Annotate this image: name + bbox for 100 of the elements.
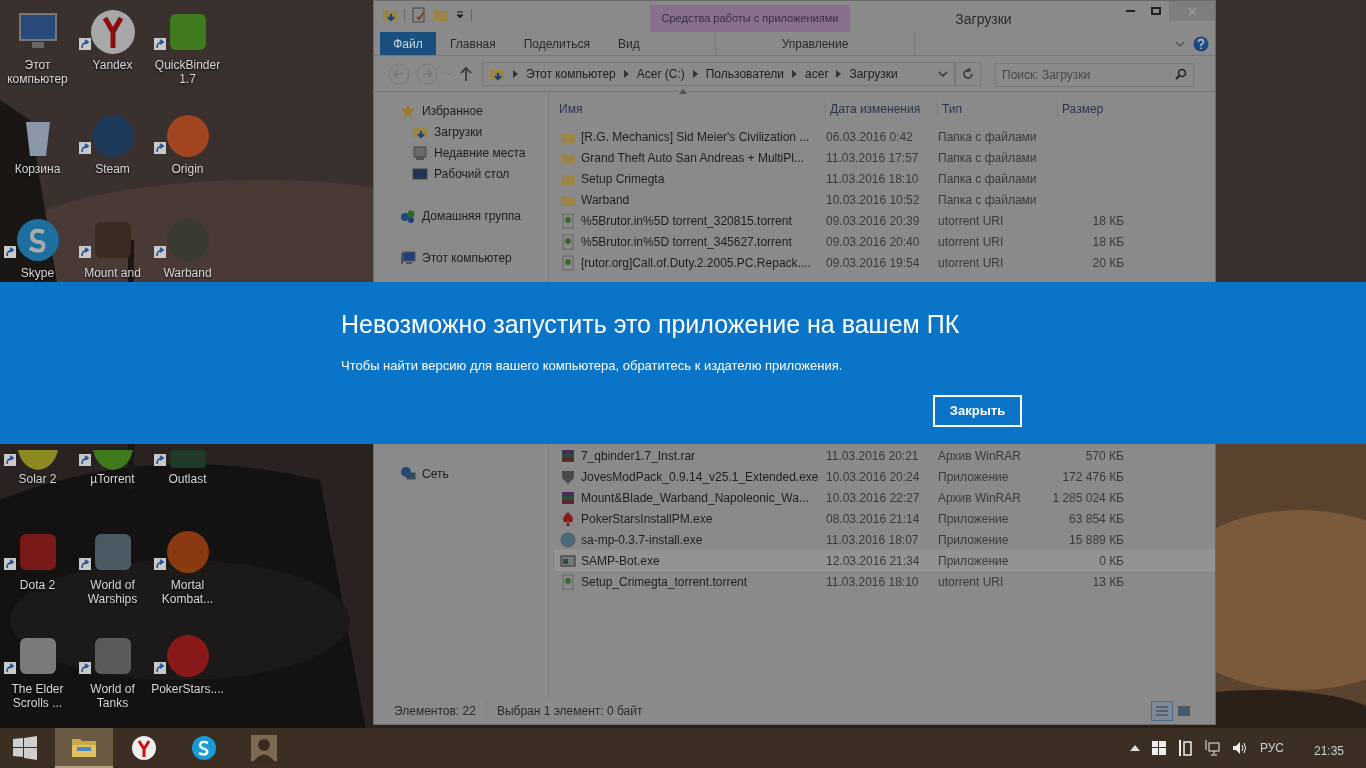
file-type: Приложение <box>938 531 1010 549</box>
search-icon[interactable] <box>1175 67 1187 80</box>
nav-item[interactable]: Недавние места <box>374 142 548 163</box>
file-row[interactable]: Grand Theft Auto San Andreas + MultiPl... 11.03.2016 17:57 Папка с файлами <box>555 147 1215 168</box>
status-item-count: Элементов: 22 <box>394 702 487 720</box>
file-size: 15 889 КБ <box>1069 531 1124 549</box>
nav-item[interactable]: Домашняя группа <box>374 205 548 226</box>
breadcrumb-separator-icon[interactable] <box>692 69 698 78</box>
desktop-icon-label[interactable]: Mount and <box>75 266 150 280</box>
nav-item[interactable]: Сеть <box>374 463 548 484</box>
ribbon-tab[interactable]: Поделиться <box>509 32 604 55</box>
breadcrumb-separator-icon[interactable] <box>836 69 842 78</box>
file-size: 570 КБ <box>1085 447 1124 465</box>
speaker-icon[interactable] <box>1231 741 1248 755</box>
desktop-icon-label[interactable]: Origin <box>150 162 225 176</box>
file-row[interactable]: Warband 10.03.2016 10:52 Папка с файлами <box>555 189 1215 210</box>
breadcrumb-item[interactable]: Acer (C:) <box>636 64 685 83</box>
file-row[interactable]: %5Brutor.in%5D torrent_320815.torrent 09.03.2016 20:39 utorrent URI 18 КБ <box>555 210 1215 231</box>
breadcrumb-separator-icon[interactable] <box>513 69 518 78</box>
desktop-icon-label[interactable]: Dota 2 <box>0 578 75 592</box>
dialog-title: Невозможно запустить это приложение на вашем ПК <box>341 309 961 340</box>
breadcrumb-separator-icon[interactable] <box>623 69 629 78</box>
desktop-icon-label[interactable]: Mortal Kombat... <box>150 578 225 606</box>
desktop-icon-label[interactable]: Yandex <box>75 58 150 72</box>
file-name: PokerStarsInstallPM.exe <box>581 510 713 528</box>
windows-flag-icon[interactable] <box>1151 741 1166 755</box>
file-row[interactable]: [R.G. Mechanics] Sid Meier's Civilization ... 06.03.2016 0:42 Папка с файлами <box>555 126 1215 147</box>
breadcrumb-item[interactable]: acer <box>805 64 829 83</box>
y-logo-icon <box>130 734 158 762</box>
breadcrumb-item[interactable]: Загрузки <box>849 64 898 83</box>
dropdown-caret-icon[interactable] <box>455 10 465 20</box>
desktop-icon-label[interactable]: Steam <box>75 162 150 176</box>
nav-item[interactable]: Рабочий стол <box>374 163 548 184</box>
file-name: Grand Theft Auto San Andreas + MultiPl... <box>581 149 804 167</box>
file-row[interactable]: sa-mp-0.3.7-install.exe 11.03.2016 18:07 Приложение 15 889 КБ <box>555 529 1215 550</box>
file-type: utorrent URI <box>938 212 1005 230</box>
column-header[interactable]: Тип <box>937 100 1057 118</box>
nav-item[interactable]: Загрузки <box>374 121 548 142</box>
desktop-icon-label[interactable]: World of Tanks <box>75 682 150 710</box>
battery-icon[interactable] <box>1177 740 1192 756</box>
desktop-icon-label[interactable]: The Elder Scrolls ... <box>0 682 75 710</box>
desktop-icon-label[interactable]: Skype <box>0 266 75 280</box>
file-row[interactable]: PokerStarsInstallPM.exe 08.03.2016 21:14 Приложение 63 854 КБ <box>555 508 1215 529</box>
desktop-icon-label[interactable]: Solar 2 <box>0 472 75 486</box>
dark-square-icon <box>167 450 208 470</box>
ribbon-tab[interactable]: Вид <box>603 32 654 55</box>
file-type: Архив WinRAR <box>938 447 1022 465</box>
computer-icon <box>400 249 416 266</box>
properties-icon[interactable] <box>411 7 427 23</box>
tiles-icon <box>1177 705 1191 717</box>
file-row[interactable]: Setup Crimegta 11.03.2016 18:10 Папка с файлами <box>555 168 1215 189</box>
refresh-button[interactable] <box>955 61 981 86</box>
desktop-icon-label[interactable]: Корзина <box>0 162 75 176</box>
close-dialog-button[interactable]: Закрыть <box>933 395 1022 427</box>
column-header[interactable]: Дата изменения <box>825 100 937 118</box>
desktop-icon-label[interactable]: Outlast <box>150 472 225 486</box>
file-row[interactable]: 7_qbinder1.7_Inst.rar 11.03.2016 20:21 Архив WinRAR 570 КБ <box>555 445 1215 466</box>
search-field[interactable]: Поиск: Загрузки <box>995 62 1194 87</box>
file-type: Папка с файлами <box>938 191 1038 209</box>
file-row[interactable]: Setup_Crimegta_torrent.torrent 11.03.2016 18:10 utorrent URI 13 КБ <box>555 571 1215 592</box>
file-row[interactable]: SAMP-Bot.exe 12.03.2016 21:34 Приложение 0 КБ <box>555 550 1215 571</box>
file-row[interactable]: JovesModPack_0.9.14_v25.1_Extended.exe 10.03.2016 20:24 Приложение 172 476 КБ <box>555 466 1215 487</box>
file-menu-tab[interactable]: Файл <box>380 32 436 55</box>
ribbon-tab[interactable]: Главная <box>436 32 510 55</box>
file-name: JovesModPack_0.9.14_v25.1_Extended.exe <box>581 468 819 486</box>
file-type: Архив WinRAR <box>938 489 1022 507</box>
file-row[interactable]: %5Brutor.in%5D torrent_345627.torrent 09.03.2016 20:40 utorrent URI 18 КБ <box>555 231 1215 252</box>
nav-item[interactable]: Избранное <box>374 100 548 121</box>
column-header[interactable]: Размер <box>1057 100 1135 118</box>
address-bar[interactable]: Этот компьютер Acer (C:) Пользователи acer Загрузки <box>482 61 955 86</box>
download-folder-icon[interactable] <box>382 7 398 23</box>
context-ribbon-tab[interactable]: Управление <box>715 32 915 55</box>
clock[interactable]: 21:35 <box>1313 742 1344 760</box>
help-icon[interactable] <box>1193 36 1209 52</box>
file-date: 06.03.2016 0:42 <box>826 128 914 146</box>
file-name: sa-mp-0.3.7-install.exe <box>581 531 703 549</box>
network-icon[interactable] <box>1203 740 1220 756</box>
show-hidden-icons-caret[interactable] <box>1129 745 1140 751</box>
desktop-icon-label[interactable]: µTorrent <box>75 472 150 486</box>
nav-item[interactable]: Этот компьютер <box>374 247 548 268</box>
file-type: utorrent URI <box>938 573 1005 591</box>
language-indicator[interactable]: РУС <box>1259 739 1284 757</box>
file-row[interactable]: [rutor.org]Call.of.Duty.2.2005.PC.Repack.... 09.03.2016 19:54 utorrent URI 20 КБ <box>555 252 1215 273</box>
desktop-icon-label[interactable]: World of Warships <box>75 578 150 606</box>
desktop-icon-label[interactable]: QuickBinder 1.7 <box>150 58 225 86</box>
file-size: 18 КБ <box>1092 212 1124 230</box>
file-date: 11.03.2016 20:21 <box>826 447 920 465</box>
desktop-icon-label[interactable]: Этот компьютер <box>0 58 75 86</box>
file-date: 12.03.2016 21:34 <box>826 552 921 570</box>
desktop-icon-label[interactable]: Warband <box>150 266 225 280</box>
desktop-icon-label[interactable]: PokerStars.... <box>150 682 225 696</box>
file-row[interactable]: Mount&Blade_Warband_Napoleonic_Wa... 10.03.2016 22:27 Архив WinRAR 1 285 024 КБ <box>555 487 1215 508</box>
file-name: 7_qbinder1.7_Inst.rar <box>581 447 696 465</box>
file-name: [rutor.org]Call.of.Duty.2.2005.PC.Repack.... <box>581 254 811 272</box>
file-name: %5Brutor.in%5D torrent_345627.torrent <box>581 233 792 251</box>
up-arrow-icon[interactable] <box>460 65 472 82</box>
breadcrumb-separator-icon[interactable] <box>792 69 798 78</box>
breadcrumb-item[interactable]: Этот компьютер <box>526 64 616 83</box>
column-header[interactable]: Имя <box>555 100 825 118</box>
breadcrumb-item[interactable]: Пользователи <box>705 64 785 83</box>
